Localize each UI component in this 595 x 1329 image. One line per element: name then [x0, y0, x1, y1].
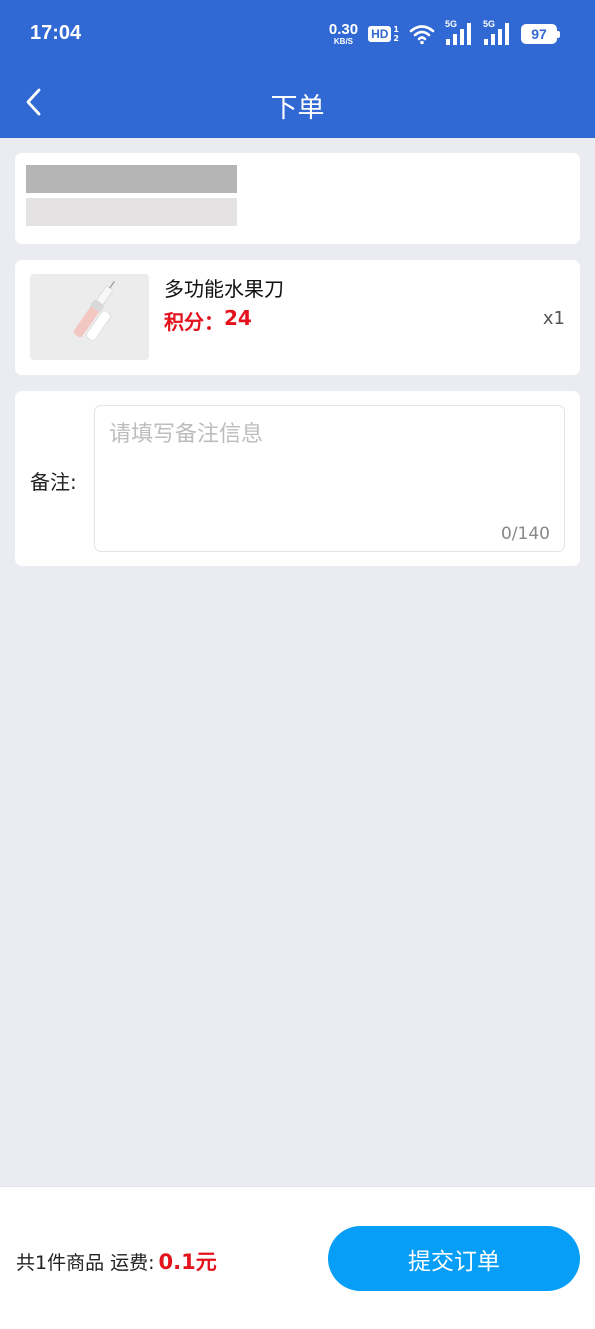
network-speed-unit: KB/S — [333, 37, 354, 46]
product-image — [30, 274, 149, 360]
app-header: 17:04 0.30 KB/S HD 12 5G 5G 97 下单 — [0, 0, 595, 138]
shipping-fee: 0.1元 — [158, 1250, 217, 1274]
product-points: 积分： 24 — [164, 306, 252, 335]
order-summary: 共1件商品 运费: 0.1元 — [16, 1246, 217, 1276]
fruit-knife-image — [30, 274, 149, 360]
points-label: 积分： — [164, 310, 224, 334]
status-time: 17:04 — [30, 22, 82, 44]
wifi-icon — [409, 25, 435, 45]
address-redacted-line — [26, 198, 237, 226]
status-icons: 0.30 KB/S HD 12 5G 5G 97 — [329, 19, 560, 48]
signal-icon: 5G — [445, 19, 473, 46]
page-title: 下单 — [270, 93, 325, 124]
signal-icon: 5G — [483, 19, 511, 46]
remark-input[interactable] — [109, 416, 549, 516]
points-value: 24 — [224, 306, 252, 330]
status-bar: 17:04 0.30 KB/S HD 12 5G 5G 97 — [0, 0, 595, 70]
battery-icon: 97 — [521, 24, 560, 44]
product-quantity: x1 — [542, 308, 565, 329]
signal-tag: 5G — [445, 19, 458, 29]
remark-field[interactable]: 0/140 — [94, 405, 565, 552]
hd-icon: HD 12 — [368, 25, 399, 43]
address-redacted-line — [26, 165, 237, 193]
product-name: 多功能水果刀 — [164, 277, 284, 301]
network-speed: 0.30 KB/S — [329, 22, 358, 46]
hd-label: HD — [368, 26, 392, 42]
product-card: 多功能水果刀 积分： 24 x1 — [15, 260, 580, 375]
signal-tag: 5G — [483, 19, 496, 29]
hd-sub-bottom: 2 — [393, 34, 399, 43]
remark-label: 备注: — [30, 470, 77, 494]
submit-order-button[interactable]: 提交订单 — [328, 1226, 580, 1291]
checkout-footer: 共1件商品 运费: 0.1元 提交订单 — [0, 1186, 595, 1329]
remark-char-counter: 0/140 — [501, 524, 550, 544]
hd-sub: 12 — [393, 25, 399, 43]
hd-sub-top: 1 — [393, 25, 399, 34]
network-speed-value: 0.30 — [328, 21, 359, 38]
nav-bar: 下单 — [0, 70, 595, 138]
summary-text: 共1件商品 运费: — [16, 1252, 155, 1274]
remark-card: 备注: 0/140 — [15, 391, 580, 566]
address-card[interactable] — [15, 153, 580, 244]
